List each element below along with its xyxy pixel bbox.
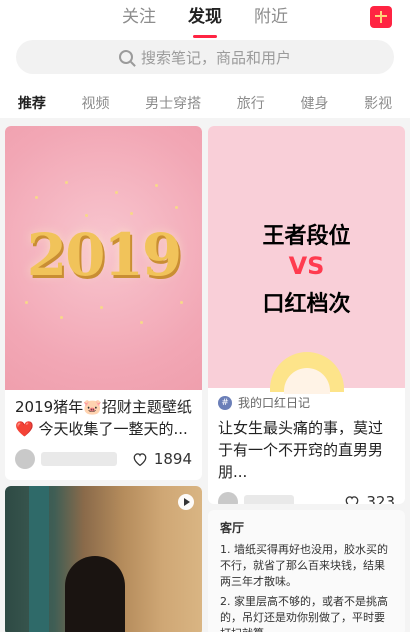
tab-follow[interactable]: 关注: [122, 4, 156, 34]
like-button[interactable]: 323: [344, 493, 395, 504]
author-name-blurred[interactable]: [41, 452, 117, 466]
search-icon: [118, 50, 133, 64]
feed-card-2[interactable]: 王者段位 VS 口红档次 # 我的口红日记 让女生最头痛的事，莫过于有一个不开窍…: [208, 126, 405, 504]
photo-pillar: [29, 486, 49, 632]
category-bar: 推荐 视频 男士穿搭 旅行 健身 影视: [0, 88, 410, 118]
category-travel[interactable]: 旅行: [237, 93, 265, 113]
top-bar: 关注 发现 附近 搜索笔记，商品和用户: [0, 0, 410, 88]
card-meta: 1894: [5, 448, 202, 470]
search-placeholder: 搜索笔记，商品和用户: [140, 48, 291, 67]
note-heading: 客厅: [220, 521, 245, 535]
card-title: 2019猪年🐷招财主题壁纸❤️ 今天收集了一整天的...: [15, 398, 192, 438]
note-line-1: 1. 墙纸买得再好也没用，胶水买的不行，就省了那么百来块钱，结果两三年才散味。: [220, 543, 388, 588]
card-image[interactable]: 2019: [5, 126, 202, 390]
top-tabs: 关注 发现 附近: [0, 4, 410, 34]
balloon-number: 2019: [26, 221, 182, 289]
like-count: 1894: [153, 450, 192, 468]
author-name-blurred[interactable]: [244, 495, 294, 504]
like-count: 323: [366, 493, 395, 504]
gift-icon[interactable]: [370, 6, 392, 28]
photo-person: [65, 556, 125, 632]
category-recommend[interactable]: 推荐: [18, 93, 46, 113]
category-menswear[interactable]: 男士穿搭: [145, 93, 201, 113]
image-line-2: 口红档次: [262, 292, 351, 317]
category-film[interactable]: 影视: [364, 93, 392, 113]
card-meta: 323: [208, 491, 405, 504]
play-icon: [178, 494, 194, 510]
hashtag-icon: #: [218, 395, 232, 410]
card-title: 让女生最头痛的事，莫过于有一个不开窍的直男男朋...: [218, 419, 384, 481]
feed-card-4[interactable]: 客厅 1. 墙纸买得再好也没用，胶水买的不行，就省了那么百来块钱，结果两三年才散…: [208, 510, 405, 632]
cartoon-illustration: [270, 352, 344, 394]
category-fitness[interactable]: 健身: [300, 93, 328, 113]
card-video-thumbnail[interactable]: [5, 486, 202, 632]
tab-nearby[interactable]: 附近: [254, 4, 288, 34]
heart-icon: [133, 453, 147, 466]
avatar[interactable]: [15, 449, 35, 469]
note-image[interactable]: 客厅 1. 墙纸买得再好也没用，胶水买的不行，就省了那么百来块钱，结果两三年才散…: [208, 510, 405, 632]
search-bar[interactable]: 搜索笔记，商品和用户: [16, 40, 394, 74]
note-line-2: 2. 家里层高不够的，或者不是挑高的，吊灯还是劝你别做了，平时要打扫就算: [220, 595, 388, 632]
topic-tag-label: 我的口红日记: [238, 396, 311, 410]
like-button[interactable]: 1894: [132, 450, 192, 468]
heart-icon: [345, 496, 359, 504]
image-line-vs: VS: [288, 252, 325, 280]
tab-discover[interactable]: 发现: [188, 4, 222, 34]
category-video[interactable]: 视频: [81, 93, 109, 113]
feed-card-1[interactable]: 2019 2019猪年🐷招财主题壁纸❤️ 今天收集了一整天的... 1894: [5, 126, 202, 480]
avatar[interactable]: [218, 492, 238, 504]
image-line-1: 王者段位: [262, 224, 351, 249]
feed-card-3[interactable]: [5, 486, 202, 632]
card-image[interactable]: 王者段位 VS 口红档次: [208, 126, 405, 394]
